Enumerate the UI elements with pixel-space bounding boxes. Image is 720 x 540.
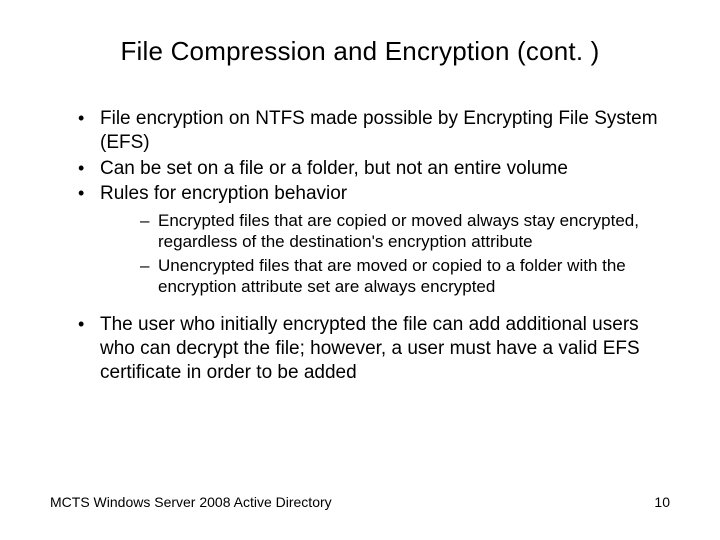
bullet-text: Rules for encryption behavior [100, 183, 347, 204]
sub-bullet-item: Encrypted files that are copied or moved… [140, 210, 670, 253]
sub-bullet-item: Unencrypted files that are moved or copi… [140, 255, 670, 298]
main-bullet-list: File encryption on NTFS made possible by… [50, 107, 670, 297]
footer-page-number: 10 [654, 494, 670, 510]
bullet-item: File encryption on NTFS made possible by… [78, 107, 670, 155]
slide-footer: MCTS Windows Server 2008 Active Director… [50, 494, 670, 510]
main-bullet-list-2: The user who initially encrypted the fil… [50, 313, 670, 384]
footer-left: MCTS Windows Server 2008 Active Director… [50, 494, 332, 510]
bullet-item: Rules for encryption behavior Encrypted … [78, 182, 670, 297]
slide-title: File Compression and Encryption (cont. ) [50, 36, 670, 67]
bullet-item: The user who initially encrypted the fil… [78, 313, 670, 384]
bullet-item: Can be set on a file or a folder, but no… [78, 157, 670, 181]
sub-bullet-list: Encrypted files that are copied or moved… [100, 210, 670, 297]
